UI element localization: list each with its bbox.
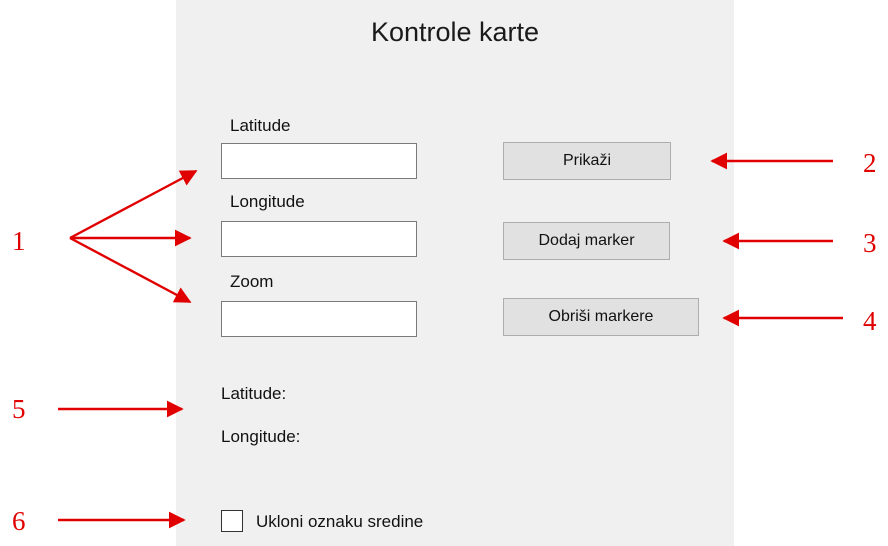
annotation-number-1: 1 [12,226,26,256]
annotation-number-6: 6 [12,506,26,536]
map-controls-panel: Kontrole karte Latitude Longitude Zoom P… [176,0,734,546]
longitude-label: Longitude [230,192,305,211]
annotation-number-2: 2 [863,148,877,178]
delete-markers-button[interactable]: Obriši markere [503,298,699,336]
annotation-number-4: 4 [863,306,877,336]
latitude-label: Latitude [230,116,291,135]
longitude-readout-label: Longitude: [221,427,301,446]
annotation-number-3: 3 [863,228,877,258]
zoom-label: Zoom [230,272,274,291]
arrow-1-to-zoom [69,236,192,304]
show-button[interactable]: Prikaži [503,142,671,180]
latitude-input[interactable] [221,143,417,179]
panel-title: Kontrole karte [370,17,540,47]
zoom-input[interactable] [221,301,417,337]
remove-center-marker-checkbox[interactable] [221,510,243,532]
annotation-number-5: 5 [12,394,26,424]
add-marker-button[interactable]: Dodaj marker [503,222,670,260]
latitude-readout-label: Latitude: [221,384,287,403]
longitude-input[interactable] [221,221,417,257]
remove-center-marker-label[interactable]: Ukloni oznaku sredine [256,512,423,532]
